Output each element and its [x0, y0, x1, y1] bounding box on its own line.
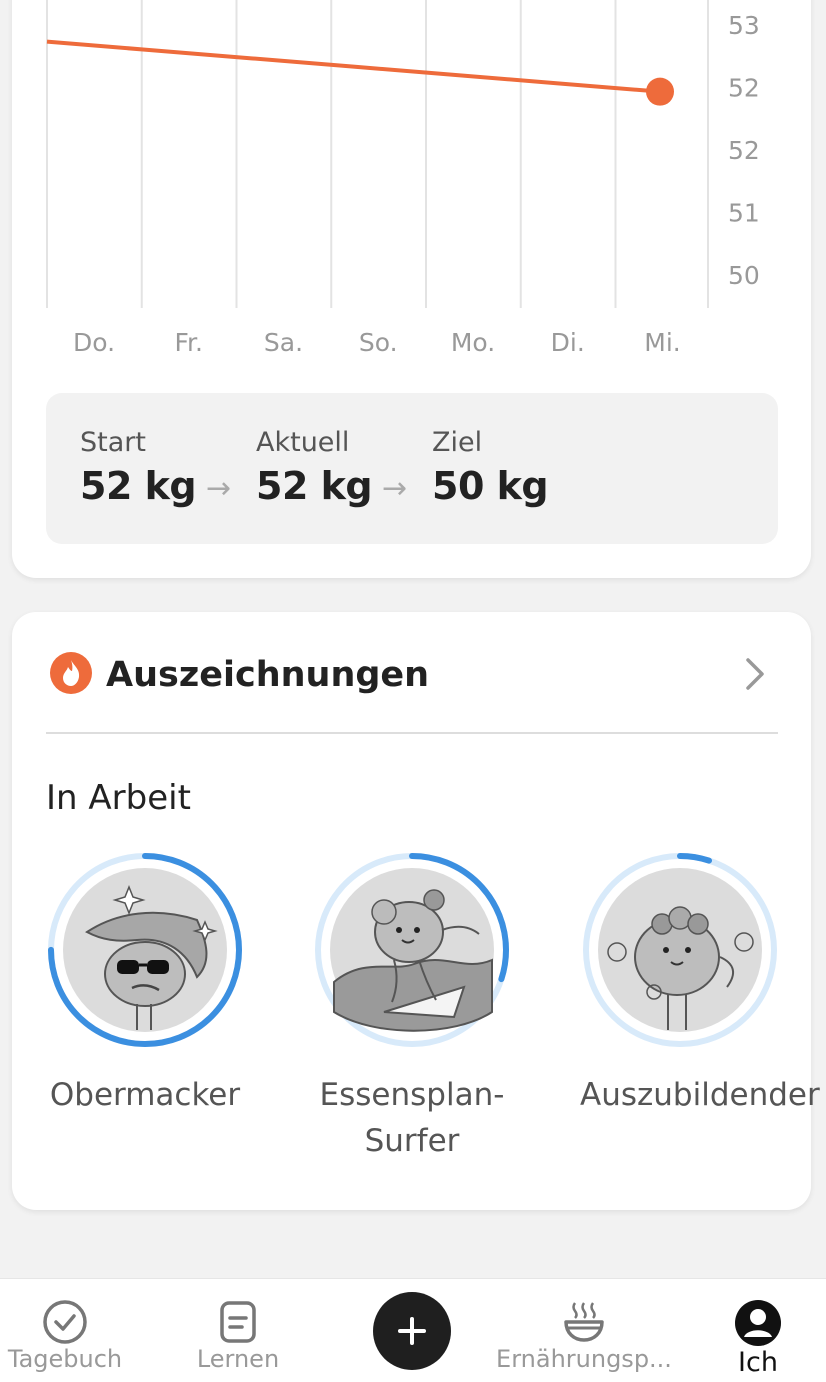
awards-header[interactable]: Auszeichnungen — [46, 652, 778, 700]
arrow-right-icon: → — [382, 471, 408, 506]
y-tick-label: 52 — [728, 136, 760, 165]
weight-summary: Start 52 kg → Aktuell 52 kg → Ziel 50 kg — [46, 393, 778, 544]
badge-auszubildender[interactable]: Auszubildender — [580, 852, 820, 1118]
x-tick-label: So. — [359, 328, 398, 357]
nav-item-tagebuch[interactable]: Tagebuch — [0, 1279, 130, 1382]
badge-auszubildender-label: Auszubildender — [580, 1077, 820, 1113]
badge-essensplan-surfer[interactable]: Essensplan-Surfer — [312, 852, 512, 1164]
check-circle-icon — [43, 1300, 87, 1344]
summary-current-value: 52 kg — [256, 464, 373, 508]
badge-obermacker-image — [48, 853, 242, 1047]
arrow-right-icon: → — [206, 471, 232, 506]
nav-item-ernaehrungsplan[interactable]: Ernährungsp... — [494, 1279, 674, 1382]
summary-goal-label: Ziel — [432, 427, 483, 458]
in-progress-heading: In Arbeit — [46, 778, 191, 818]
summary-start-label: Start — [80, 427, 146, 458]
summary-goal-value: 50 kg — [432, 464, 549, 508]
weight-series-line — [46, 39, 661, 94]
book-icon — [220, 1301, 256, 1343]
summary-current: Aktuell 52 kg — [256, 427, 373, 508]
y-tick-label: 53 — [728, 11, 760, 40]
nav-label-ernaehrungsplan: Ernährungsp... — [496, 1345, 672, 1373]
x-tick-label: Mo. — [451, 328, 495, 357]
summary-start-value: 52 kg — [80, 464, 197, 508]
x-tick-label: Sa. — [264, 328, 303, 357]
bowl-icon — [564, 1302, 604, 1342]
summary-goal: Ziel 50 kg — [432, 427, 549, 508]
nav-item-lernen[interactable]: Lernen — [178, 1279, 298, 1382]
badge-essensplan-surfer-label: Essensplan-Surfer — [319, 1077, 505, 1159]
profile-icon — [735, 1300, 781, 1346]
nav-label-lernen: Lernen — [196, 1345, 280, 1373]
badge-essensplan-surfer-image — [315, 853, 509, 1047]
x-tick-label: Di. — [551, 328, 585, 357]
awards-divider — [46, 732, 778, 734]
x-tick-label: Mi. — [644, 328, 680, 357]
y-tick-label: 52 — [728, 74, 760, 103]
summary-current-label: Aktuell — [256, 427, 350, 458]
current-weight-point — [646, 77, 674, 106]
y-tick-label: 50 — [728, 261, 760, 290]
y-tick-label: 51 — [728, 199, 760, 228]
badge-obermacker-label: Obermacker — [49, 1077, 241, 1113]
nav-item-ich[interactable]: Ich — [708, 1279, 808, 1382]
x-tick-label: Fr. — [175, 328, 204, 357]
summary-start: Start 52 kg — [80, 427, 197, 508]
plus-icon — [398, 1317, 426, 1345]
x-tick-label: Do. — [73, 328, 115, 357]
fire-icon — [50, 652, 92, 694]
nav-label-ich: Ich — [738, 1347, 778, 1378]
add-entry-button[interactable] — [373, 1292, 451, 1370]
nav-label-tagebuch: Tagebuch — [7, 1345, 123, 1373]
weight-line-chart: Do. Fr. Sa. So. Mo. Di. Mi. 53 52 52 51 50 — [46, 0, 760, 357]
badge-obermacker[interactable]: Obermacker — [45, 852, 245, 1118]
badge-auszubildender-image — [583, 853, 777, 1047]
awards-title: Auszeichnungen — [106, 655, 430, 695]
chevron-right-icon[interactable] — [742, 654, 768, 694]
